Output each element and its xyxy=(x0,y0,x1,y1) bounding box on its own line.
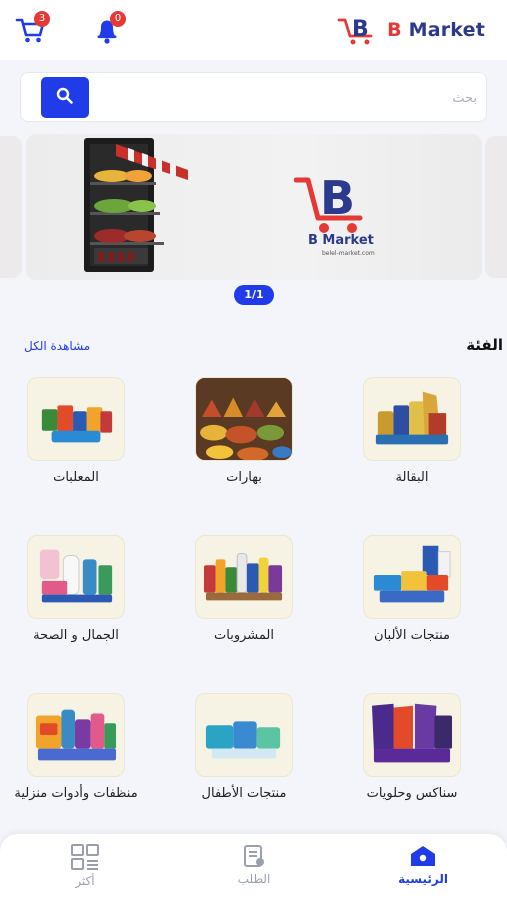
category-canned-food-tile[interactable] xyxy=(27,377,125,461)
categories-title: الفئة xyxy=(466,336,503,354)
category-label: منظفات وأدوات منزلية xyxy=(14,786,138,801)
nav-home-label: الرئيسية xyxy=(398,872,448,886)
search-icon xyxy=(56,87,73,104)
promo-banner[interactable]: B B Market belel-market.com xyxy=(26,134,482,280)
brand-letter: B xyxy=(387,19,402,41)
brand-word: Market xyxy=(408,19,485,41)
category-label: البقالة xyxy=(395,470,429,485)
baby-products-icon xyxy=(205,721,281,759)
category-snacks-tile[interactable] xyxy=(363,693,461,777)
nav-more-label: أكثر xyxy=(75,874,95,888)
snacks-icon xyxy=(371,703,453,763)
category-label: المعلبات xyxy=(53,470,99,485)
home-icon xyxy=(411,846,435,866)
drinks-icon xyxy=(203,553,283,601)
category-dairy-tile[interactable] xyxy=(363,535,461,619)
search-button[interactable] xyxy=(41,77,89,118)
orders-icon xyxy=(244,845,264,867)
top-bar: 3 0 B B Market xyxy=(0,0,507,60)
carousel-prev-slide[interactable] xyxy=(0,136,22,278)
search-input[interactable] xyxy=(101,79,481,117)
category-spices-tile[interactable] xyxy=(195,377,293,461)
bottom-navigation: الرئيسية الطلب أكثر xyxy=(0,834,507,900)
category-beauty-health-tile[interactable] xyxy=(27,535,125,619)
banner-url-text: belel-market.com xyxy=(322,250,375,257)
carousel-pager: 1/1 xyxy=(234,285,274,305)
dairy-icon xyxy=(373,545,451,603)
nav-more[interactable]: أكثر xyxy=(40,844,130,894)
category-label: الجمال و الصحة xyxy=(33,628,119,643)
beauty-health-icon xyxy=(39,549,113,603)
category-drinks-tile[interactable] xyxy=(195,535,293,619)
spices-icon xyxy=(196,378,292,460)
nav-home[interactable]: الرئيسية xyxy=(378,844,468,894)
category-label: سناكس وحلويات xyxy=(366,786,458,801)
cart-logo-icon: B xyxy=(337,17,373,45)
cleaning-icon xyxy=(35,709,117,761)
brand-logo: B B Market xyxy=(337,12,485,48)
category-label: بهارات xyxy=(226,470,262,485)
produce-shelf-image xyxy=(84,138,188,272)
view-all-link[interactable]: مشاهدة الكل xyxy=(24,339,90,353)
category-cleaning-tile[interactable] xyxy=(27,693,125,777)
canned-food-icon xyxy=(41,405,113,443)
svg-text:B: B xyxy=(352,17,369,42)
nav-orders[interactable]: الطلب xyxy=(209,844,299,894)
notifications-count-badge: 0 xyxy=(110,11,126,27)
search-bar xyxy=(20,72,487,122)
carousel-next-slide[interactable] xyxy=(485,136,507,278)
banner-logo-icon: B xyxy=(294,171,363,233)
cart-button[interactable]: 3 xyxy=(14,11,50,46)
grocery-icon xyxy=(375,391,449,445)
cart-count-badge: 3 xyxy=(34,11,50,27)
category-label: المشروبات xyxy=(214,628,274,643)
category-grocery-tile[interactable] xyxy=(363,377,461,461)
brand-name: B Market xyxy=(387,19,485,41)
category-label: منتجات الأطفال xyxy=(201,786,287,801)
nav-orders-label: الطلب xyxy=(237,872,271,886)
grid-menu-icon xyxy=(71,844,99,870)
banner-brand-text: B Market xyxy=(308,233,374,248)
category-label: منتجات الألبان xyxy=(374,628,450,643)
notifications-button[interactable]: 0 xyxy=(90,11,126,46)
svg-text:B: B xyxy=(320,171,355,225)
category-baby-products-tile[interactable] xyxy=(195,693,293,777)
